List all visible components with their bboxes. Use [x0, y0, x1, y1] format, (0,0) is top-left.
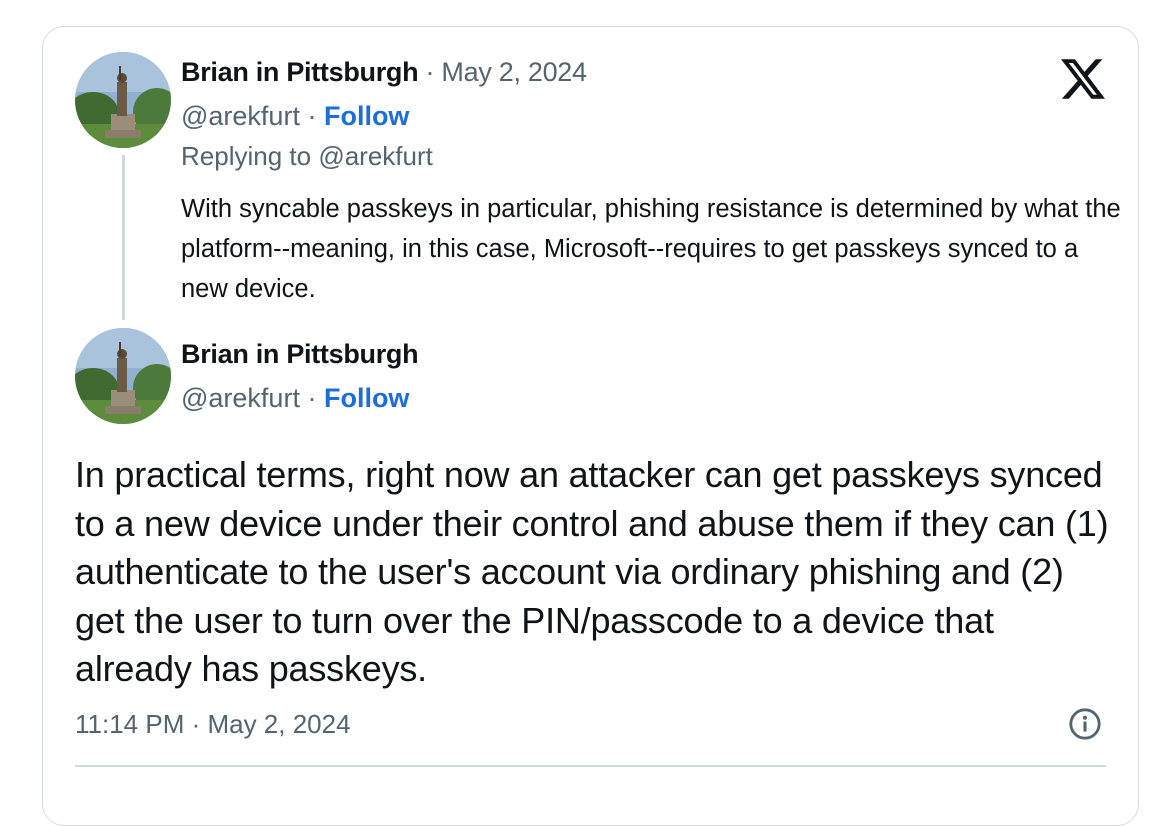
tweet-text: In practical terms, right now an attacke… — [75, 454, 1109, 689]
author-handle[interactable]: @arekfurt — [181, 101, 300, 131]
author-name-line[interactable]: Brian in Pittsburgh · May 2, 2024 — [181, 57, 587, 88]
author-avatar[interactable] — [75, 52, 171, 148]
avatar-statue-image — [75, 328, 171, 424]
info-icon[interactable] — [1068, 707, 1102, 741]
replying-prefix: Replying to — [181, 141, 319, 171]
divider — [75, 765, 1106, 767]
parent-tweet-text: With syncable passkeys in particular, ph… — [181, 195, 1121, 303]
author-handle[interactable]: @arekfurt — [181, 383, 300, 413]
author-handle-row: @arekfurt · Follow — [181, 383, 409, 414]
author-name[interactable]: Brian in Pittsburgh — [181, 339, 419, 370]
handle-separator: · — [299, 383, 324, 413]
tweet-date[interactable]: May 2, 2024 — [441, 57, 587, 87]
follow-button[interactable]: Follow — [324, 101, 409, 131]
avatar-statue-image — [75, 52, 171, 148]
author-handle-row: @arekfurt · Follow — [181, 101, 409, 132]
thread-connector-line — [122, 155, 125, 320]
tweet-embed-card: Brian in Pittsburgh · May 2, 2024 @arekf… — [42, 26, 1139, 826]
follow-button[interactable]: Follow — [324, 383, 409, 413]
replying-to: Replying to @arekfurt — [181, 141, 433, 172]
replying-handle[interactable]: @arekfurt — [318, 141, 433, 171]
tweet-timestamp[interactable]: 11:14 PM · May 2, 2024 — [75, 709, 351, 740]
x-logo-icon[interactable] — [1060, 57, 1106, 101]
author-name[interactable]: Brian in Pittsburgh — [181, 57, 419, 87]
date-separator: · — [418, 57, 442, 87]
handle-separator: · — [299, 101, 324, 131]
author-avatar[interactable] — [75, 328, 171, 424]
